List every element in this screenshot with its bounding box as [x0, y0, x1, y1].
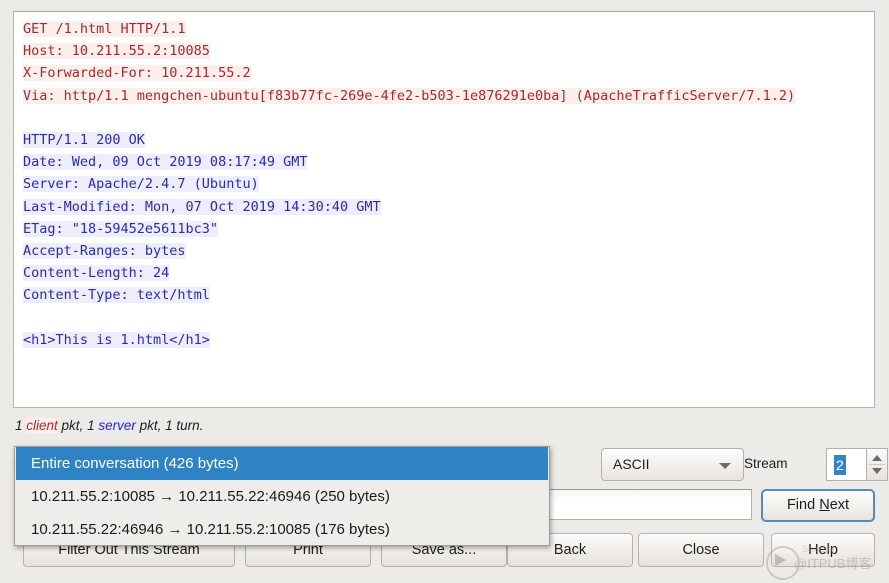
client-pkt-count: 1 — [15, 418, 23, 433]
server-response-headers-block: HTTP/1.1 200 OK Date: Wed, 09 Oct 2019 0… — [23, 132, 381, 303]
stream-number-value: 2 — [834, 455, 846, 475]
status-mid: pkt, — [58, 418, 87, 433]
find-input[interactable] — [547, 489, 752, 520]
find-next-button[interactable]: Find Next — [761, 489, 875, 522]
help-button[interactable]: Help — [771, 533, 875, 567]
block-spacer-2 — [23, 307, 872, 329]
server-pkt-count: 1 — [87, 418, 95, 433]
stream-spinner-buttons[interactable] — [866, 448, 888, 481]
spinner-down-icon[interactable] — [872, 468, 882, 474]
stream-number-field[interactable]: 2 — [826, 448, 866, 481]
stream-stats-line: 1 client pkt, 1 server pkt, 1 turn. — [15, 418, 203, 433]
find-next-prefix: Find — [787, 497, 819, 513]
find-next-suffix: ext — [830, 497, 849, 513]
close-button[interactable]: Close — [638, 533, 764, 567]
spinner-divider — [869, 464, 885, 465]
server-response-body-block: <h1>This is 1.html</h1> — [23, 332, 210, 348]
stream-number-spinner[interactable]: 2 — [826, 448, 888, 481]
spinner-up-icon[interactable] — [872, 455, 882, 461]
stream-label: Stream — [744, 456, 788, 471]
status-tail: pkt, 1 turn. — [136, 418, 204, 433]
encoding-combobox-value: ASCII — [613, 456, 650, 472]
chevron-down-icon — [719, 463, 731, 469]
dropdown-item-client-to-server[interactable]: 10.211.55.2:10085 → 10.211.55.22:46946 (… — [16, 480, 548, 513]
client-request-block: GET /1.html HTTP/1.1 Host: 10.211.55.2:1… — [23, 21, 795, 104]
stream-content: GET /1.html HTTP/1.1 Host: 10.211.55.2:1… — [23, 18, 872, 351]
dropdown-item-entire-conversation[interactable]: Entire conversation (426 bytes) — [16, 447, 548, 480]
conversation-dropdown-popup[interactable]: Entire conversation (426 bytes) 10.211.5… — [14, 446, 550, 546]
dropdown-item-server-to-client[interactable]: 10.211.55.22:46946 → 10.211.55.2:10085 (… — [16, 513, 548, 546]
find-next-mnemonic: N — [819, 497, 829, 513]
follow-tcp-stream-dialog: GET /1.html HTTP/1.1 Host: 10.211.55.2:1… — [0, 0, 889, 583]
stream-text-view[interactable]: GET /1.html HTTP/1.1 Host: 10.211.55.2:1… — [13, 11, 875, 408]
client-word: client — [26, 418, 58, 433]
encoding-combobox[interactable]: ASCII — [601, 448, 744, 481]
server-word: server — [98, 418, 136, 433]
block-spacer — [23, 107, 872, 129]
